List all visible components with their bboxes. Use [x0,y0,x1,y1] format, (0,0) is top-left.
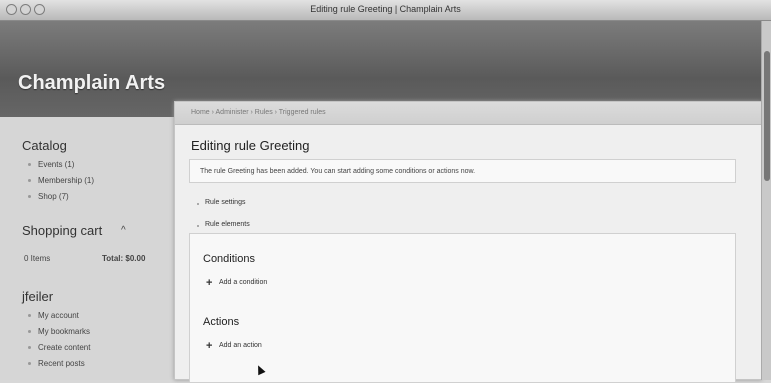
sidebar: Catalog Events (1) Membership (1) Shop (… [0,117,174,380]
list-bullet [197,225,199,227]
shopping-cart-title: Shopping cart [22,223,103,238]
plus-icon: + [206,340,213,352]
scrollbar-thumb[interactable] [764,51,770,181]
cart-total: Total: $0.00 [102,254,146,263]
caret-up-icon[interactable]: ^ [121,225,126,236]
rule-elements-panel [189,233,736,383]
conditions-heading: Conditions [203,253,255,265]
list-bullet [28,346,31,349]
breadcrumb-text[interactable]: Home › Administer › Rules › Triggered ru… [191,109,326,116]
tab-rule-settings[interactable]: Rule settings [205,199,245,206]
user-link-my-bookmarks[interactable]: My bookmarks [38,327,90,336]
user-link-recent-posts[interactable]: Recent posts [38,359,85,368]
list-bullet [28,179,31,182]
list-bullet [197,203,199,205]
status-message: The rule Greeting has been added. You ca… [189,159,736,183]
add-condition-link[interactable]: Add a condition [219,279,267,286]
catalog-item-membership[interactable]: Membership (1) [38,176,94,185]
list-bullet [28,330,31,333]
plus-icon: + [206,277,213,289]
status-message-text: The rule Greeting has been added. You ca… [200,168,476,175]
window-title: Editing rule Greeting | Champlain Arts [310,4,461,14]
user-block-title: jfeiler [22,289,54,304]
list-bullet [28,195,31,198]
page-title: Editing rule Greeting [191,138,310,153]
window-titlebar: Editing rule Greeting | Champlain Arts [0,0,771,21]
list-bullet [28,362,31,365]
user-link-my-account[interactable]: My account [38,311,79,320]
site-name[interactable]: Champlain Arts [18,72,165,95]
main-content: Home › Administer › Rules › Triggered ru… [174,101,762,383]
vertical-scrollbar[interactable] [761,21,771,380]
catalog-item-events[interactable]: Events (1) [38,160,74,169]
tab-rule-elements[interactable]: Rule elements [205,221,250,228]
catalog-item-shop[interactable]: Shop (7) [38,192,69,201]
catalog-block-title: Catalog [22,138,67,153]
user-link-create-content[interactable]: Create content [38,343,90,352]
actions-heading: Actions [203,316,240,328]
add-action-link[interactable]: Add an action [219,342,262,349]
list-bullet [28,163,31,166]
list-bullet [28,314,31,317]
breadcrumb: Home › Administer › Rules › Triggered ru… [175,102,761,125]
cart-items-count: 0 Items [24,254,51,263]
